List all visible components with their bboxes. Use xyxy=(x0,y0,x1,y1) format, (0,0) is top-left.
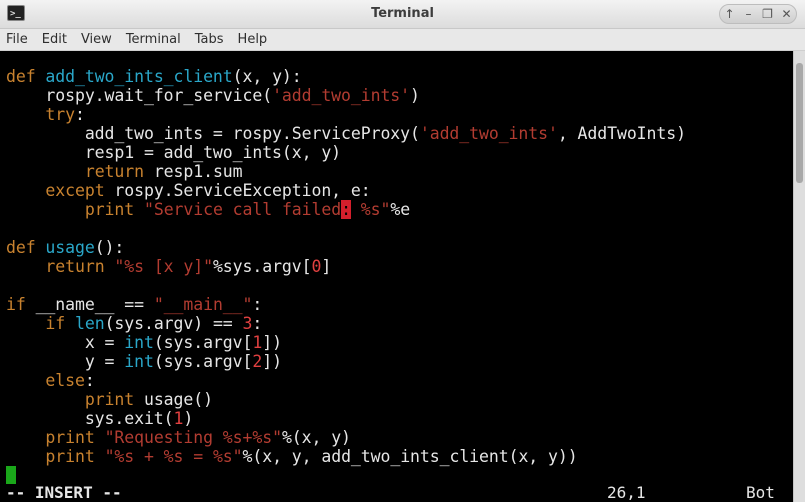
menu-edit[interactable]: Edit xyxy=(35,32,74,47)
menu-bar: File Edit View Terminal Tabs Help xyxy=(0,29,805,51)
insert-cursor xyxy=(6,466,16,484)
code-line[interactable]: x = int(sys.argv[1]) xyxy=(6,333,686,352)
code-line[interactable]: except rospy.ServiceException, e: xyxy=(6,181,686,200)
title-bar[interactable]: >_ Terminal ↑ – ❐ ✕ xyxy=(0,0,805,29)
menu-terminal[interactable]: Terminal xyxy=(119,32,188,47)
code-line[interactable]: print "Service call failed: %s"%e xyxy=(6,200,686,219)
code-line[interactable]: return resp1.sum xyxy=(6,162,686,181)
code-line[interactable]: def add_two_ints_client(x, y): xyxy=(6,67,686,86)
scroll-indicator: Bot xyxy=(746,483,775,502)
code-line[interactable]: return "%s [x y]"%sys.argv[0] xyxy=(6,257,686,276)
code-line[interactable] xyxy=(6,276,686,295)
code-line[interactable]: resp1 = add_two_ints(x, y) xyxy=(6,143,686,162)
code-line[interactable]: if len(sys.argv) == 3: xyxy=(6,314,686,333)
code-line[interactable]: try: xyxy=(6,105,686,124)
code-line[interactable]: rospy.wait_for_service('add_two_ints') xyxy=(6,86,686,105)
menu-tabs[interactable]: Tabs xyxy=(188,32,231,47)
vertical-scrollbar[interactable] xyxy=(793,51,805,502)
code-line[interactable]: print "%s + %s = %s"%(x, y, add_two_ints… xyxy=(6,447,686,466)
code-line[interactable]: else: xyxy=(6,371,686,390)
cursor-position: 26,1 xyxy=(607,483,646,502)
terminal-window: >_ Terminal ↑ – ❐ ✕ File Edit View Termi… xyxy=(0,0,805,502)
scrollbar-thumb[interactable] xyxy=(796,63,803,183)
text-cursor-highlight: : xyxy=(341,200,351,219)
window-title: Terminal xyxy=(371,6,434,21)
window-close-icon[interactable]: ✕ xyxy=(778,7,796,21)
code-line[interactable]: print usage() xyxy=(6,390,686,409)
vim-mode-indicator: -- INSERT -- xyxy=(6,483,122,502)
code-line[interactable] xyxy=(6,219,686,238)
menu-help[interactable]: Help xyxy=(231,32,275,47)
code-line[interactable]: print "Requesting %s+%s"%(x, y) xyxy=(6,428,686,447)
code-line[interactable]: y = int(sys.argv[2]) xyxy=(6,352,686,371)
window-pin-icon[interactable]: ↑ xyxy=(721,7,739,21)
code-line[interactable]: def usage(): xyxy=(6,238,686,257)
code-line[interactable]: if __name__ == "__main__": xyxy=(6,295,686,314)
code-line[interactable]: add_two_ints = rospy.ServiceProxy('add_t… xyxy=(6,124,686,143)
menu-view[interactable]: View xyxy=(74,32,119,47)
window-controls: ↑ – ❐ ✕ xyxy=(719,4,797,24)
window-maximize-icon[interactable]: ❐ xyxy=(759,7,777,21)
code-line[interactable]: sys.exit(1) xyxy=(6,409,686,428)
menu-file[interactable]: File xyxy=(0,32,35,47)
code-editor-content[interactable]: def add_two_ints_client(x, y): rospy.wai… xyxy=(6,67,686,485)
window-minimize-icon[interactable]: – xyxy=(740,7,758,21)
